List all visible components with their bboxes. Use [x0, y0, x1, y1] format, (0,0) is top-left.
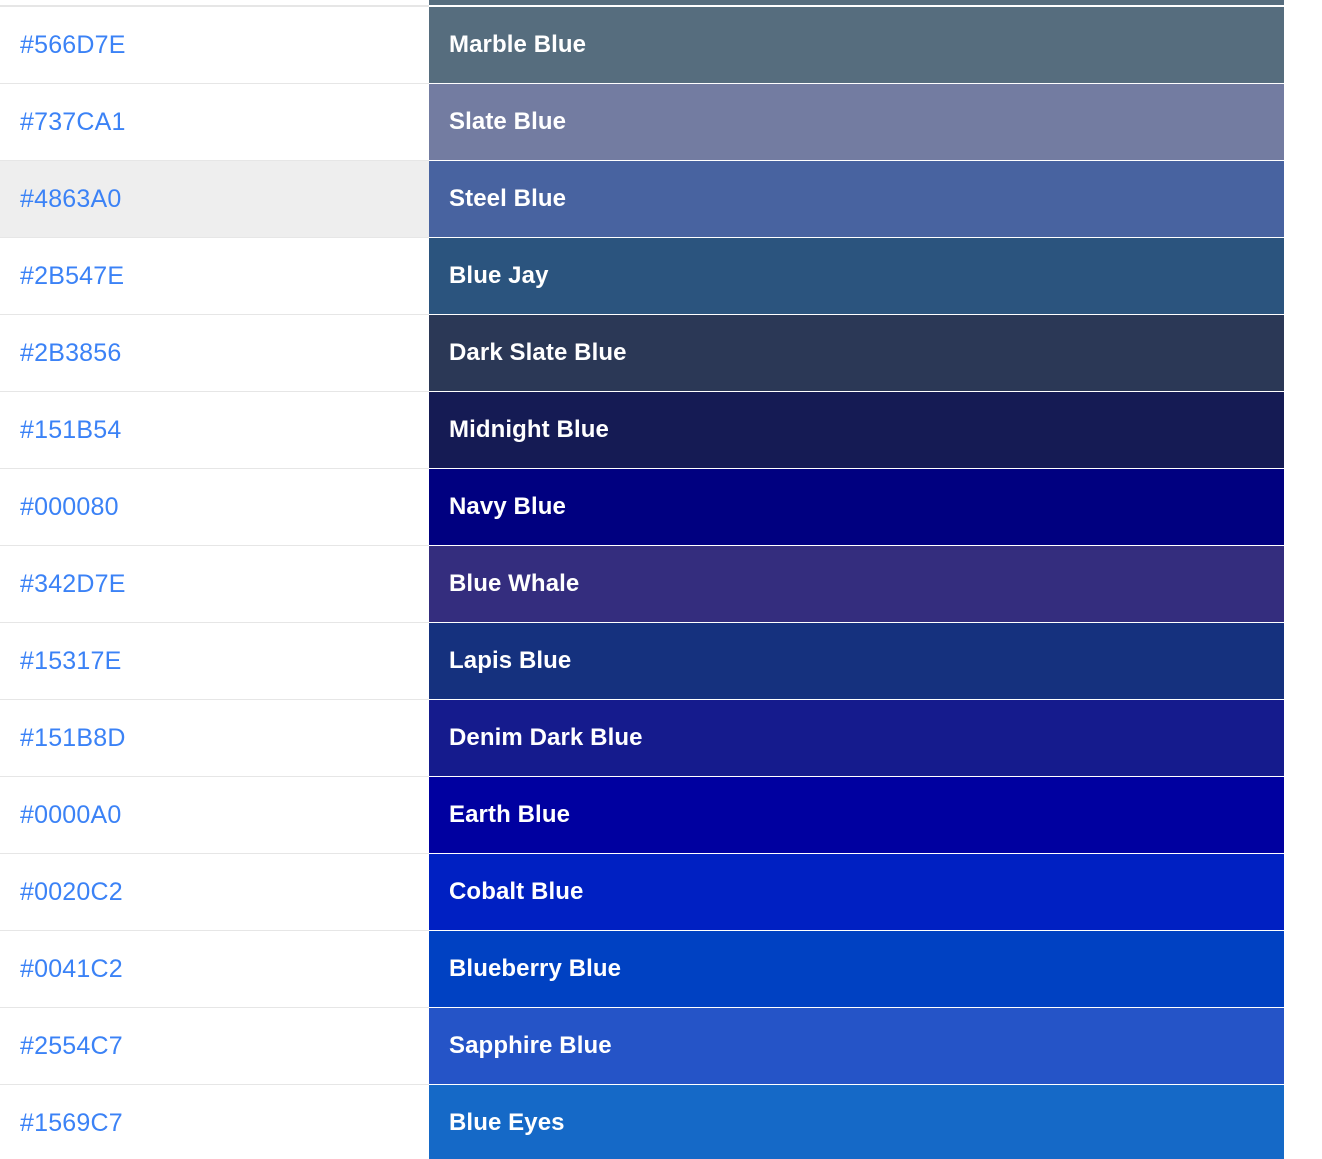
color-swatch-cell: Slate Blue — [429, 83, 1284, 161]
hex-code-cell: #0020C2 — [0, 853, 429, 931]
hex-code-label[interactable]: #566D7E — [20, 31, 126, 59]
color-swatch-cell: Blue Whale — [429, 545, 1284, 623]
hex-code-label[interactable]: #0020C2 — [20, 878, 123, 906]
color-name-label: Blue Whale — [449, 569, 580, 597]
hex-code-cell: #566D7E — [0, 6, 429, 84]
hex-code-cell: #0041C2 — [0, 930, 429, 1008]
hex-code-cell: #15317E — [0, 622, 429, 700]
hex-code-label[interactable]: #0000A0 — [20, 801, 122, 829]
color-table-page: #566D7E Marble Blue #737CA1 Slate Blue #4863… — [0, 0, 1322, 1159]
color-swatch-cell: Denim Dark Blue — [429, 699, 1284, 777]
top-partial-row — [0, 0, 1284, 6]
top-partial-hex-cell — [0, 0, 429, 6]
table-row[interactable]: #342D7E Blue Whale — [0, 545, 1284, 623]
color-name-label: Blueberry Blue — [449, 954, 622, 982]
hex-code-cell: #151B8D — [0, 699, 429, 777]
table-row[interactable]: #737CA1 Slate Blue — [0, 83, 1284, 161]
table-row[interactable]: #2B547E Blue Jay — [0, 237, 1284, 315]
table-row[interactable]: #2554C7 Sapphire Blue — [0, 1007, 1284, 1085]
hex-code-cell: #1569C7 — [0, 1084, 429, 1159]
hex-code-label[interactable]: #0041C2 — [20, 955, 123, 983]
hex-code-label[interactable]: #737CA1 — [20, 108, 126, 136]
color-name-label: Steel Blue — [449, 184, 567, 212]
color-swatch-cell: Blue Jay — [429, 237, 1284, 315]
hex-code-label[interactable]: #2B547E — [20, 262, 124, 290]
hex-code-label[interactable]: #000080 — [20, 493, 119, 521]
hex-code-cell: #2B547E — [0, 237, 429, 315]
color-name-label: Sapphire Blue — [449, 1031, 612, 1059]
hex-code-cell: #737CA1 — [0, 83, 429, 161]
color-name-label: Cobalt Blue — [449, 877, 584, 905]
table-row[interactable]: #0041C2 Blueberry Blue — [0, 930, 1284, 1008]
hex-code-cell: #2554C7 — [0, 1007, 429, 1085]
color-name-label: Blue Jay — [449, 261, 549, 289]
hex-code-cell: #151B54 — [0, 391, 429, 469]
color-swatch-cell: Lapis Blue — [429, 622, 1284, 700]
color-swatch-cell: Midnight Blue — [429, 391, 1284, 469]
table-row[interactable]: #2B3856 Dark Slate Blue — [0, 314, 1284, 392]
table-row[interactable]: #000080 Navy Blue — [0, 468, 1284, 546]
table-row[interactable]: #151B8D Denim Dark Blue — [0, 699, 1284, 777]
color-swatch-cell: Earth Blue — [429, 776, 1284, 854]
table-row[interactable]: #0000A0 Earth Blue — [0, 776, 1284, 854]
hex-code-label[interactable]: #4863A0 — [20, 185, 122, 213]
color-swatch-cell: Dark Slate Blue — [429, 314, 1284, 392]
color-swatch-cell: Steel Blue — [429, 160, 1284, 238]
top-partial-swatch — [429, 0, 1284, 6]
table-row[interactable]: #15317E Lapis Blue — [0, 622, 1284, 700]
color-name-label: Blue Eyes — [449, 1108, 565, 1136]
hex-code-label[interactable]: #2B3856 — [20, 339, 122, 367]
table-row[interactable]: #566D7E Marble Blue — [0, 6, 1284, 84]
color-name-label: Marble Blue — [449, 30, 587, 58]
color-name-label: Slate Blue — [449, 107, 567, 135]
color-table-body: #566D7E Marble Blue #737CA1 Slate Blue #4863… — [0, 6, 1284, 1159]
color-swatch-cell: Marble Blue — [429, 6, 1284, 84]
table-row[interactable]: #4863A0 Steel Blue — [0, 160, 1284, 238]
table-row[interactable]: #151B54 Midnight Blue — [0, 391, 1284, 469]
hex-code-label[interactable]: #151B54 — [20, 416, 122, 444]
color-name-label: Dark Slate Blue — [449, 338, 627, 366]
hex-code-cell: #342D7E — [0, 545, 429, 623]
color-name-label: Navy Blue — [449, 492, 566, 520]
hex-code-label[interactable]: #151B8D — [20, 724, 126, 752]
hex-code-cell: #0000A0 — [0, 776, 429, 854]
hex-code-cell: #4863A0 — [0, 160, 429, 238]
color-name-label: Denim Dark Blue — [449, 723, 643, 751]
color-name-label: Midnight Blue — [449, 415, 609, 443]
table-row[interactable]: #0020C2 Cobalt Blue — [0, 853, 1284, 931]
color-name-label: Lapis Blue — [449, 646, 572, 674]
color-name-label: Earth Blue — [449, 800, 571, 828]
hex-code-cell: #2B3856 — [0, 314, 429, 392]
table-row[interactable]: #1569C7 Blue Eyes — [0, 1084, 1284, 1159]
hex-code-label[interactable]: #15317E — [20, 647, 122, 675]
color-names-table: #566D7E Marble Blue #737CA1 Slate Blue #4863… — [0, 6, 1284, 1159]
color-swatch-cell: Blueberry Blue — [429, 930, 1284, 1008]
hex-code-cell: #000080 — [0, 468, 429, 546]
hex-code-label[interactable]: #2554C7 — [20, 1032, 123, 1060]
hex-code-label[interactable]: #1569C7 — [20, 1109, 123, 1137]
color-swatch-cell: Sapphire Blue — [429, 1007, 1284, 1085]
color-swatch-cell: Blue Eyes — [429, 1084, 1284, 1159]
color-swatch-cell: Cobalt Blue — [429, 853, 1284, 931]
hex-code-label[interactable]: #342D7E — [20, 570, 126, 598]
color-swatch-cell: Navy Blue — [429, 468, 1284, 546]
